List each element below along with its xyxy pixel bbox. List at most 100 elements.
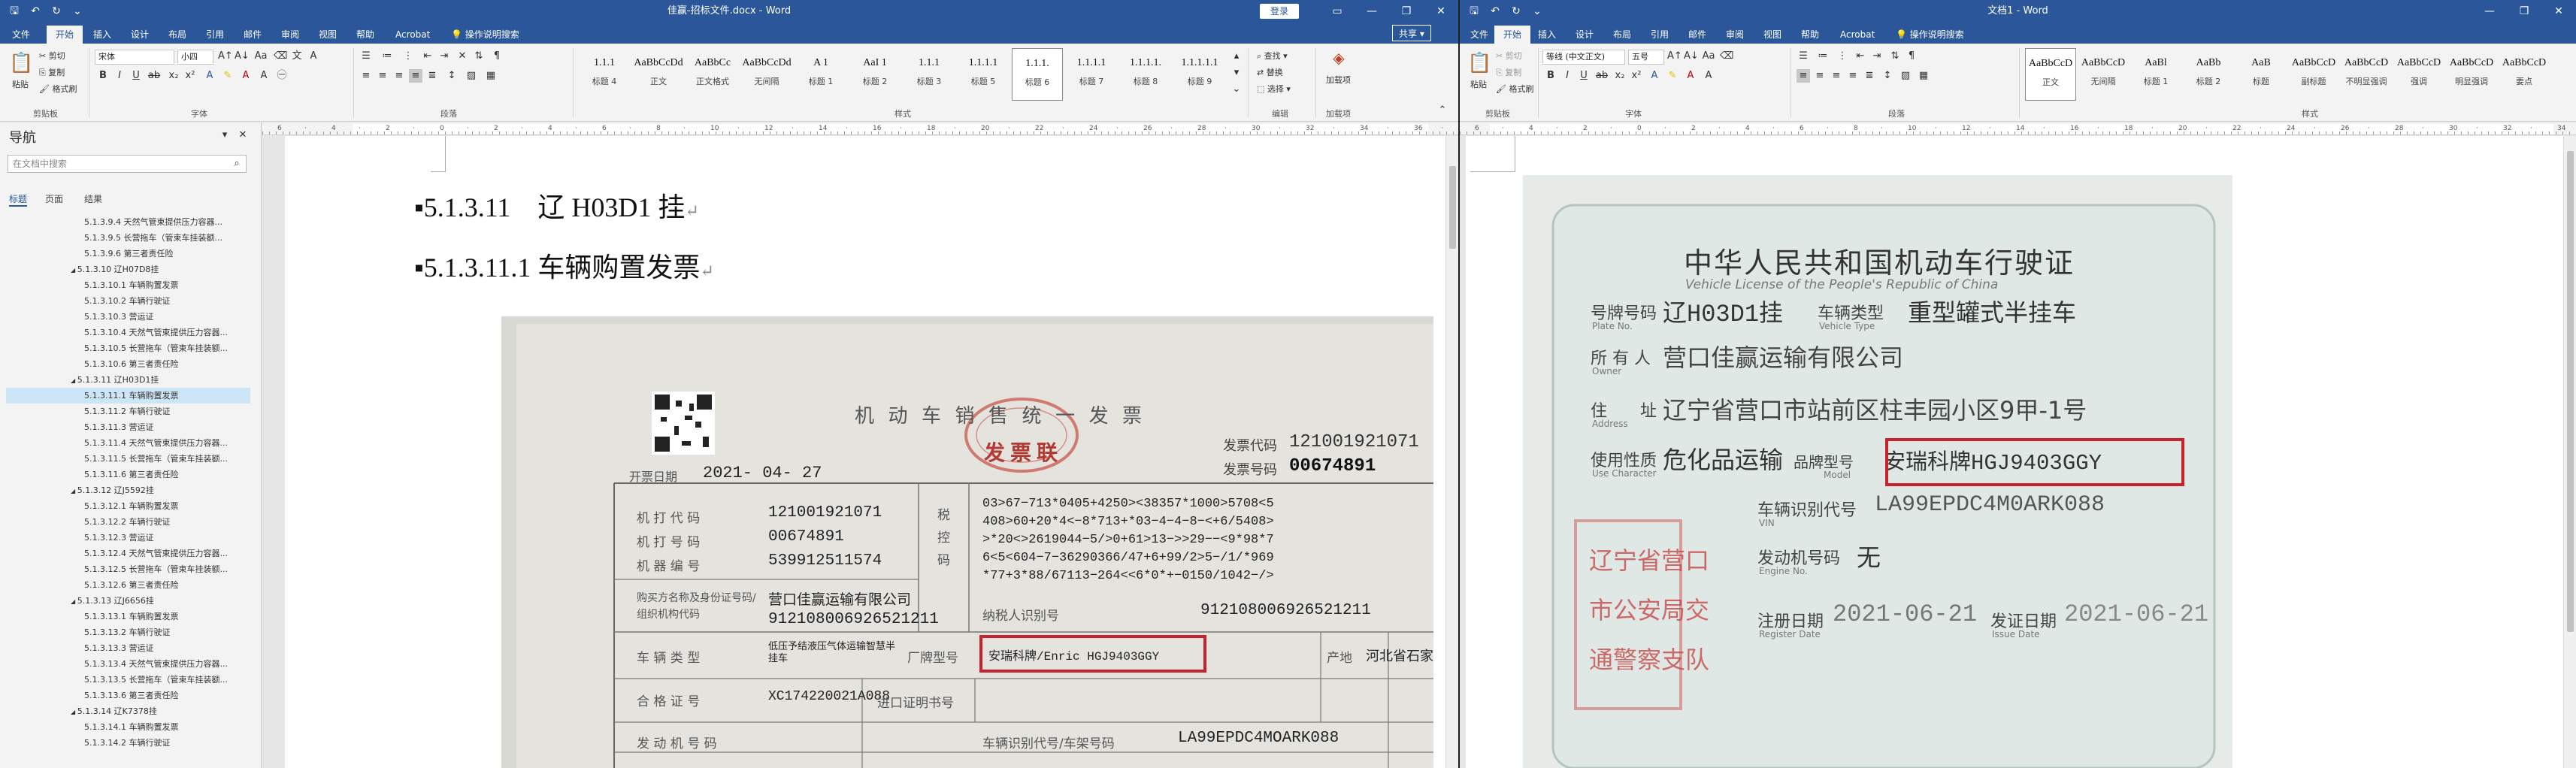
tab-design[interactable]: 设计 [129, 26, 150, 44]
paste-icon[interactable]: 📋 [9, 51, 33, 75]
save-icon[interactable]: 🖫 [6, 3, 23, 20]
nav-heading-item[interactable]: 5.1.3.10.2 车辆行驶证 [6, 293, 250, 309]
gallery-down-icon[interactable]: ▾ [1230, 66, 1243, 80]
nav-heading-item[interactable]: 5.1.3.10.6 第三者责任险 [6, 356, 250, 372]
ribbon-display-icon[interactable]: ▭ [1320, 0, 1355, 23]
nav-heading-item[interactable]: 5.1.3.9.5 长营拖车（管束车挂装额... [6, 230, 250, 246]
style-gallery-item[interactable]: 1.1.1. 标题 6 [1012, 48, 1063, 101]
line-spacing-icon[interactable]: ↕ [445, 69, 459, 83]
font-name-combo[interactable]: 宋体 [95, 50, 174, 65]
vertical-scrollbar[interactable] [1445, 136, 1458, 768]
borders-icon[interactable]: ▦ [1917, 69, 1930, 83]
style-gallery-item[interactable]: AaBbCcD 副标题 [2288, 48, 2339, 101]
italic-icon[interactable]: I [1560, 69, 1574, 83]
borders-icon[interactable]: ▦ [484, 69, 498, 83]
bold-icon[interactable]: B [1544, 69, 1557, 83]
bullets-icon[interactable]: ☰ [1797, 50, 1810, 63]
tab-insert[interactable]: 插入 [92, 26, 113, 44]
highlight-icon[interactable]: ✎ [221, 69, 235, 83]
style-gallery-item[interactable]: 1.1.1.1 标题 7 [1066, 48, 1117, 101]
shrink-font-icon[interactable]: A↓ [1684, 50, 1699, 63]
nav-tab-pages[interactable]: 页面 [45, 192, 63, 205]
invoice-image[interactable]: 机 动 车 销 售 统 一 发 票 发 票 联 发票代码 12100192107… [501, 316, 1433, 768]
nav-tab-results[interactable]: 结果 [84, 192, 102, 205]
nav-close-icon[interactable]: ✕ [236, 129, 250, 142]
style-gallery-item[interactable]: 1.1.1 标题 4 [579, 48, 630, 101]
tab-mailings[interactable]: 邮件 [242, 26, 263, 44]
nav-heading-item[interactable]: 5.1.3.10.4 天然气管束提供压力容器... [6, 325, 250, 340]
customize-qat-icon[interactable]: ⌄ [69, 3, 86, 20]
chinese-layout-icon[interactable]: ✕ [456, 50, 469, 63]
nav-heading-group[interactable]: ◢ 5.1.3.10 辽H07D8挂 [6, 262, 250, 277]
find-button[interactable]: ⌕ 查找 ▾ [1257, 50, 1288, 62]
collapse-triangle-icon[interactable]: ◢ [71, 598, 77, 605]
clear-format-icon[interactable]: ⌫ [1720, 50, 1733, 63]
nav-heading-group[interactable]: ◢ 5.1.3.14 辽K7378挂 [6, 703, 250, 719]
style-gallery-item[interactable]: AaBbCcD 无间隔 [2078, 48, 2129, 101]
nav-heading-item[interactable]: 5.1.3.11.6 第三者责任险 [6, 467, 250, 482]
minimize-icon[interactable]: — [2472, 0, 2507, 23]
increase-indent-icon[interactable]: ⇥ [437, 50, 451, 63]
superscript-icon[interactable]: x² [1630, 69, 1643, 83]
nav-heading-item[interactable]: 5.1.3.10.1 车辆购置发票 [6, 277, 250, 293]
style-gallery-item[interactable]: AaBbCcD 要点 [2499, 48, 2550, 101]
distributed-icon[interactable]: ≣ [1863, 69, 1876, 83]
style-gallery-item[interactable]: 1.1.1.1 标题 5 [958, 48, 1009, 101]
shading-icon[interactable]: ▨ [465, 69, 478, 83]
addins-icon[interactable]: ◈ [1329, 50, 1349, 71]
horizontal-ruler[interactable]: 6 · 4 · 2 · 0 · 2 · 4 · 6 · 8 · 10 · 12 · 14 · 16 · 18 · 20 · 22 · 24 ·… [262, 122, 1458, 135]
undo-icon[interactable]: ↶ [27, 3, 44, 20]
share-button[interactable]: 共享 ▾ [1392, 25, 1431, 41]
multilevel-list-icon[interactable]: ⋮ [1836, 50, 1849, 63]
style-gallery-item[interactable]: AaBbCcDd 无间隔 [741, 48, 792, 101]
tab-design[interactable]: 设计 [1574, 26, 1595, 44]
heading-5-1-3-11[interactable]: ▪5.1.3.11 辽 H03D1 挂↵ [414, 186, 699, 225]
tell-me-search[interactable]: 💡 操作说明搜索 [1896, 26, 1964, 44]
restore-icon[interactable]: ❐ [1389, 0, 1424, 23]
show-marks-icon[interactable]: ¶ [1905, 50, 1918, 63]
scrollbar-thumb[interactable] [1449, 166, 1456, 249]
paste-button[interactable]: 粘贴 [1470, 78, 1487, 90]
shrink-font-icon[interactable]: A↓ [235, 50, 250, 63]
numbering-icon[interactable]: ≔ [1816, 50, 1830, 63]
style-gallery-item[interactable]: AaBbCcDd 正文 [633, 48, 684, 101]
subscript-icon[interactable]: x₂ [1613, 69, 1627, 83]
grow-font-icon[interactable]: A↑ [1667, 50, 1682, 63]
paste-button[interactable]: 粘贴 [12, 78, 29, 90]
bold-icon[interactable]: B [96, 69, 110, 83]
superscript-icon[interactable]: x² [183, 69, 197, 83]
nav-tab-headings[interactable]: 标题 [9, 192, 28, 207]
license-image[interactable]: 中华人民共和国机动车行驶证 Vehicle License of the Peo… [1523, 175, 2232, 768]
scrollbar-thumb[interactable] [2567, 151, 2574, 632]
nav-heading-item[interactable]: 5.1.3.12.4 天然气管束提供压力容器... [6, 546, 250, 561]
customize-qat-icon[interactable]: ⌄ [1529, 3, 1545, 20]
style-gallery-item[interactable]: AaBbCcD 不明显强调 [2341, 48, 2392, 101]
format-painter-button[interactable]: 🖌 格式刷 [1496, 83, 1533, 95]
nav-heading-item[interactable]: 5.1.3.11.2 车辆行驶证 [6, 404, 250, 419]
multilevel-list-icon[interactable]: ⋮ [401, 50, 415, 63]
sort-icon[interactable]: ⇅ [1888, 50, 1902, 63]
nav-heading-group[interactable]: ◢ 5.1.3.12 辽J5592挂 [6, 482, 250, 498]
nav-heading-item[interactable]: 5.1.3.13.2 车辆行驶证 [6, 624, 250, 640]
change-case-icon[interactable]: Aa [1702, 50, 1715, 63]
collapse-triangle-icon[interactable]: ◢ [71, 267, 77, 274]
tab-file[interactable]: 文件 [1469, 26, 1490, 44]
tab-help[interactable]: 帮助 [1800, 26, 1821, 44]
tab-help[interactable]: 帮助 [355, 26, 376, 44]
italic-icon[interactable]: I [113, 69, 126, 83]
font-color-icon[interactable]: A [1684, 69, 1697, 83]
nav-heading-item[interactable]: 5.1.3.14.2 车辆行驶证 [6, 735, 250, 751]
copy-button[interactable]: ⎘ 复制 [1496, 66, 1521, 78]
font-color-icon[interactable]: A [239, 69, 253, 83]
nav-heading-group[interactable]: ◢ 5.1.3.11 辽H03D1挂 [6, 372, 250, 388]
replace-button[interactable]: ⇄ 替换 [1257, 66, 1283, 78]
collapse-ribbon-icon[interactable]: ⌃ [1436, 104, 1449, 117]
tab-acrobat[interactable]: Acrobat [394, 26, 431, 44]
select-button[interactable]: ⬚ 选择 ▾ [1257, 83, 1291, 95]
tab-view[interactable]: 视图 [1762, 26, 1783, 44]
text-effects-icon[interactable]: A [1648, 69, 1661, 83]
line-spacing-icon[interactable]: ↕ [1881, 69, 1894, 83]
tab-layout[interactable]: 布局 [1612, 26, 1633, 44]
paste-icon[interactable]: 📋 [1467, 51, 1491, 75]
login-button[interactable]: 登录 [1260, 4, 1299, 19]
